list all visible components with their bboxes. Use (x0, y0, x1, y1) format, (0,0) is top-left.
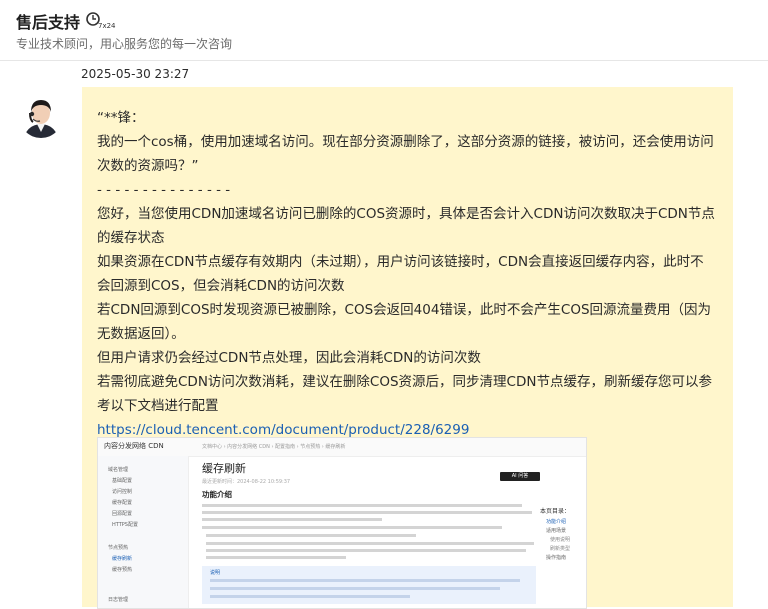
message-line: 但用户请求仍会经过CDN节点处理，因此会消耗CDN的访问次数 (97, 350, 481, 366)
doc-text-line (206, 534, 416, 537)
doc-text-line (202, 526, 502, 529)
doc-text-line (202, 511, 532, 514)
breadcrumb: 文档中心 › 内容分发网络 CDN › 配置指南 › 节点预热 › 缓存刷新 (202, 444, 346, 450)
doc-sidebar: 域名管理 基础配置 访问控制 缓存配置 回源配置 HTTPS配置 节点预热 缓存… (98, 456, 189, 608)
message-line: “**锋： (97, 110, 145, 126)
message-line: 若CDN回源到COS时发现资源已被删除，COS会返回404错误，此时不会产生CO… (97, 302, 712, 342)
message-timestamp: 2025-05-30 23:27 (81, 67, 190, 81)
sidebar-item: 缓存预热 (112, 567, 133, 573)
page-title: 售后支持 (16, 13, 81, 32)
doc-text-line (206, 549, 526, 552)
message-separator: - - - - - - - - - - - - - - - (97, 182, 231, 198)
toc-item: 操作指南 (546, 555, 567, 561)
doc-brand: 内容分发网络 CDN (104, 442, 164, 450)
doc-note-title: 说明 (210, 570, 221, 576)
doc-text-line (206, 556, 346, 559)
support-24h-icon: 7x24 (86, 10, 116, 30)
message-line: 若需彻底避免CDN访问次数消耗，建议在删除COS资源后，同步清理CDN节点缓存，… (97, 374, 712, 414)
page-subtitle: 专业技术顾问，用心服务您的每一次咨询 (16, 37, 233, 51)
doc-title: 缓存刷新 (202, 462, 246, 475)
message-line: 如果资源在CDN节点缓存有效期内（未过期），用户访问该链接时，CDN会直接返回缓… (97, 254, 704, 294)
badge-text: 7x24 (98, 22, 116, 30)
doc-note-box (202, 566, 536, 604)
header-divider (0, 60, 768, 61)
doc-section-title: 功能介绍 (202, 490, 232, 499)
toc-item: 刷新类型 (550, 546, 571, 552)
message-line: 我的一个cos桶，使用加速域名访问。现在部分资源删除了，这部分资源的链接，被访问… (97, 134, 714, 174)
ask-button: AI 问答 (500, 472, 540, 481)
chat-header: 售后支持 7x24 专业技术顾问，用心服务您的每一次咨询 (0, 0, 768, 60)
toc-item: 使用说明 (550, 537, 571, 543)
doc-text-line (202, 518, 382, 521)
sidebar-item: 日志管理 (108, 597, 129, 603)
doc-note-line (210, 579, 520, 582)
sidebar-item: 域名管理 (108, 467, 129, 473)
doc-note-line (210, 587, 500, 590)
sidebar-item: 节点预热 (108, 545, 129, 551)
toc-item: 功能介绍 (546, 519, 567, 525)
doc-preview-image[interactable]: 内容分发网络 CDN 文档中心 › 内容分发网络 CDN › 配置指南 › 节点… (97, 437, 587, 609)
doc-text-line (202, 504, 522, 507)
sidebar-item-active: 缓存刷新 (112, 556, 133, 562)
sidebar-item: 回源配置 (112, 511, 133, 517)
sidebar-item: 访问控制 (112, 489, 133, 495)
agent-avatar (19, 94, 63, 138)
doc-topbar: 内容分发网络 CDN 文档中心 › 内容分发网络 CDN › 配置指南 › 节点… (98, 438, 586, 457)
sidebar-item: HTTPS配置 (112, 522, 138, 528)
doc-text-line (206, 542, 534, 545)
message-line: 您好，当您使用CDN加速域名访问已删除的COS资源时，具体是否会计入CDN访问次… (97, 206, 715, 246)
doc-date: 最近更新时间：2024-08-22 10:59:37 (202, 479, 291, 485)
doc-note-line (210, 595, 410, 598)
toc-title: 本页目录： (540, 508, 571, 515)
sidebar-item: 缓存配置 (112, 500, 133, 506)
sidebar-item: 基础配置 (112, 478, 133, 484)
doc-link[interactable]: https://cloud.tencent.com/document/produ… (97, 422, 469, 438)
toc-item: 适用场景 (546, 528, 567, 534)
message-body: “**锋： 我的一个cos桶，使用加速域名访问。现在部分资源删除了，这部分资源的… (97, 106, 717, 442)
